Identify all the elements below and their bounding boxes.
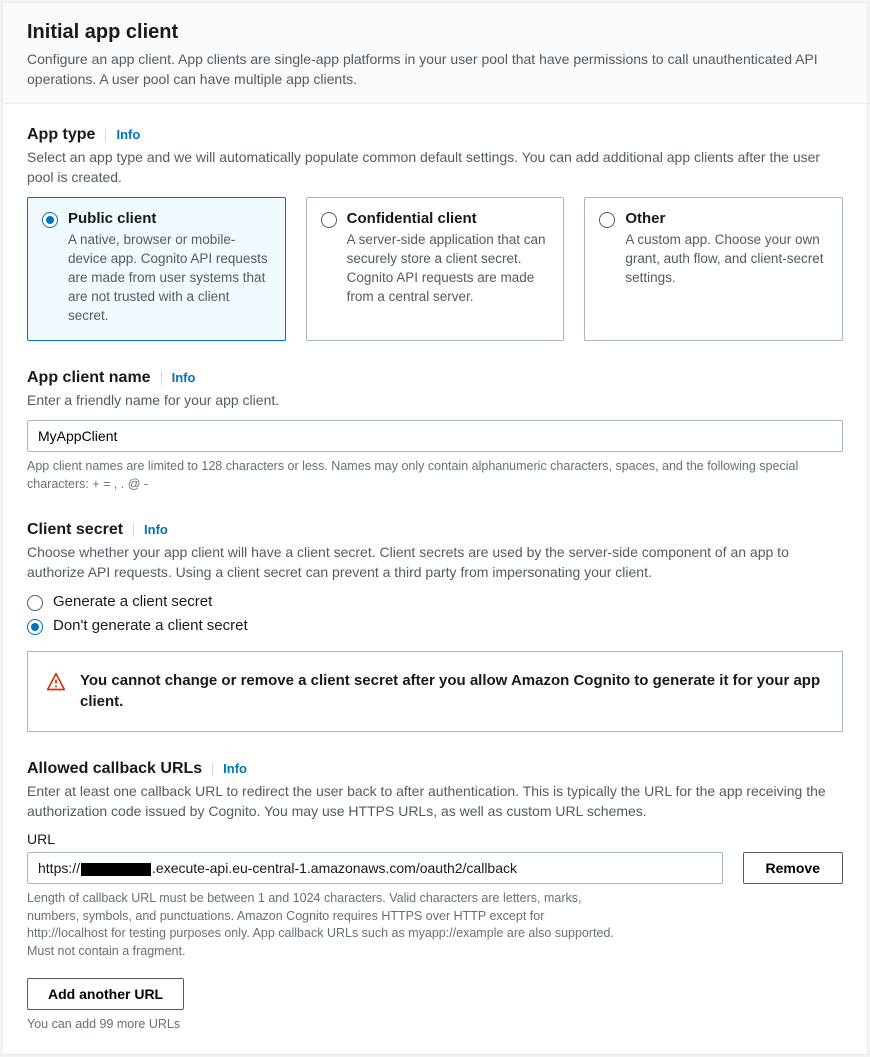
callback-urls-info-link[interactable]: Info bbox=[223, 761, 247, 776]
client-name-heading: App client name bbox=[27, 369, 151, 387]
remove-url-button[interactable]: Remove bbox=[743, 852, 843, 884]
radio-icon bbox=[27, 595, 43, 611]
url-suffix: .execute-api.eu-central-1.amazonaws.com/… bbox=[152, 860, 517, 876]
url-prefix: https:// bbox=[38, 860, 80, 876]
radio-icon bbox=[321, 212, 337, 228]
client-name-help: App client names are limited to 128 char… bbox=[27, 458, 843, 493]
client-secret-warning: You cannot change or remove a client sec… bbox=[27, 651, 843, 733]
initial-app-client-panel: Initial app client Configure an app clie… bbox=[2, 2, 868, 1055]
section-client-secret: Client secret Info Choose whether your a… bbox=[27, 521, 843, 732]
app-type-other[interactable]: Other A custom app. Choose your own gran… bbox=[584, 197, 843, 340]
divider bbox=[212, 762, 213, 776]
app-type-public-client[interactable]: Public client A native, browser or mobil… bbox=[27, 197, 286, 340]
section-callback-urls: Allowed callback URLs Info Enter at leas… bbox=[27, 760, 843, 1034]
app-type-confidential-client[interactable]: Confidential client A server-side applic… bbox=[306, 197, 565, 340]
section-app-client-name: App client name Info Enter a friendly na… bbox=[27, 369, 843, 494]
tile-desc: A custom app. Choose your own grant, aut… bbox=[625, 231, 828, 288]
app-type-options: Public client A native, browser or mobil… bbox=[27, 197, 843, 340]
tile-title: Other bbox=[625, 210, 828, 227]
tile-title: Confidential client bbox=[347, 210, 550, 227]
app-type-heading: App type bbox=[27, 126, 95, 144]
callback-urls-desc: Enter at least one callback URL to redir… bbox=[27, 782, 843, 821]
page-title: Initial app client bbox=[27, 21, 843, 44]
radio-icon bbox=[42, 212, 58, 228]
section-app-type: App type Info Select an app type and we … bbox=[27, 126, 843, 341]
client-secret-desc: Choose whether your app client will have… bbox=[27, 543, 843, 582]
tile-desc: A native, browser or mobile-device app. … bbox=[68, 231, 271, 325]
divider bbox=[105, 128, 106, 142]
divider bbox=[133, 523, 134, 537]
app-type-info-link[interactable]: Info bbox=[116, 127, 140, 142]
tile-desc: A server-side application that can secur… bbox=[347, 231, 550, 307]
radio-label: Generate a client secret bbox=[53, 593, 212, 610]
warning-text: You cannot change or remove a client sec… bbox=[80, 670, 824, 714]
client-secret-info-link[interactable]: Info bbox=[144, 522, 168, 537]
callback-urls-heading: Allowed callback URLs bbox=[27, 760, 202, 778]
radio-label: Don't generate a client secret bbox=[53, 617, 248, 634]
callback-url-input[interactable]: https:// .execute-api.eu-central-1.amazon… bbox=[27, 852, 723, 884]
divider bbox=[161, 371, 162, 385]
radio-dont-generate-secret[interactable]: Don't generate a client secret bbox=[27, 617, 843, 635]
redacted-segment bbox=[81, 863, 151, 876]
callback-url-row: https:// .execute-api.eu-central-1.amazon… bbox=[27, 852, 843, 960]
app-type-desc: Select an app type and we will automatic… bbox=[27, 148, 843, 187]
tile-title: Public client bbox=[68, 210, 271, 227]
radio-icon bbox=[599, 212, 615, 228]
panel-header: Initial app client Configure an app clie… bbox=[3, 3, 867, 104]
callback-url-help: Length of callback URL must be between 1… bbox=[27, 890, 627, 960]
url-field-label: URL bbox=[27, 831, 843, 847]
app-client-name-input[interactable] bbox=[27, 420, 843, 452]
client-secret-heading: Client secret bbox=[27, 521, 123, 539]
add-url-help: You can add 99 more URLs bbox=[27, 1016, 843, 1034]
add-another-url-button[interactable]: Add another URL bbox=[27, 978, 184, 1010]
page-description: Configure an app client. App clients are… bbox=[27, 50, 843, 89]
radio-icon bbox=[27, 619, 43, 635]
warning-icon bbox=[46, 672, 66, 692]
panel-body: App type Info Select an app type and we … bbox=[3, 104, 867, 1054]
client-name-desc: Enter a friendly name for your app clien… bbox=[27, 391, 843, 411]
radio-generate-secret[interactable]: Generate a client secret bbox=[27, 593, 843, 611]
client-name-info-link[interactable]: Info bbox=[172, 370, 196, 385]
